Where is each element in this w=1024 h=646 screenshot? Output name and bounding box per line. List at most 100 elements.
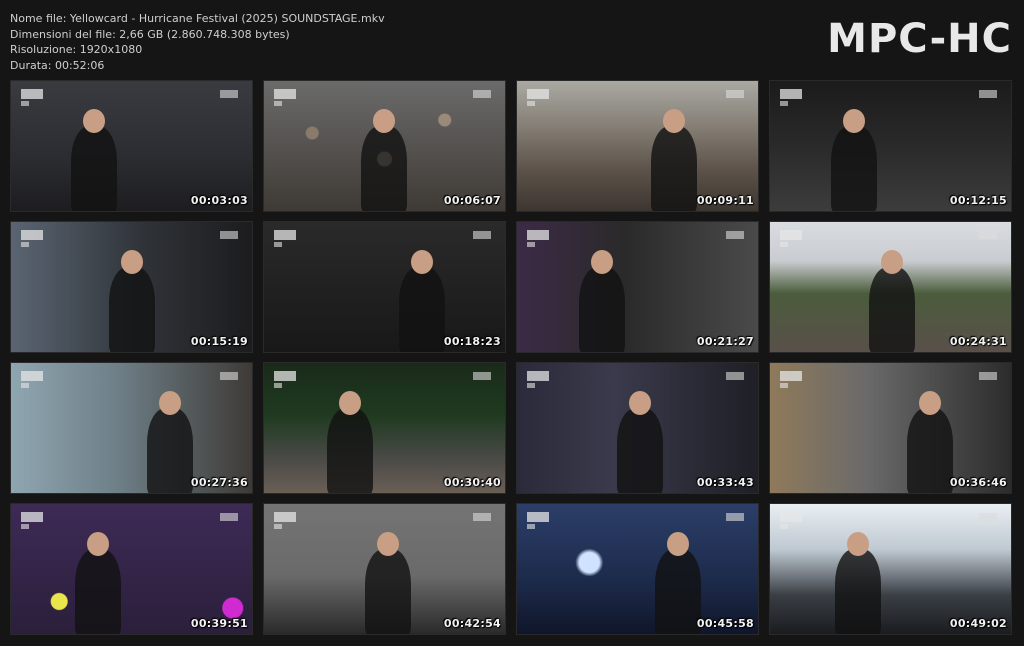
broadcast-sub-icon — [780, 383, 788, 388]
performer-silhouette — [655, 549, 701, 634]
thumbnail-frame — [264, 222, 505, 352]
festival-watermark-icon — [979, 513, 997, 521]
performer-silhouette — [361, 126, 407, 211]
thumbnail-frame — [517, 504, 758, 634]
festival-watermark-icon — [220, 372, 238, 380]
broadcast-sub-icon — [21, 383, 29, 388]
performer-head — [373, 109, 395, 133]
thumbnail-frame — [264, 363, 505, 493]
thumbnail-frame — [770, 81, 1011, 211]
thumbnail-frame — [517, 81, 758, 211]
performer-head — [663, 109, 685, 133]
performer-silhouette — [831, 126, 877, 211]
broadcast-sub-icon — [527, 101, 535, 106]
thumbnail-timestamp: 00:24:31 — [949, 335, 1007, 348]
broadcast-logo-icon — [21, 371, 43, 381]
video-thumbnail: 00:06:07 — [263, 80, 506, 212]
thumbnail-frame — [11, 81, 252, 211]
thumbnail-timestamp: 00:15:19 — [190, 335, 248, 348]
thumbnail-timestamp: 00:12:15 — [949, 194, 1007, 207]
performer-head — [121, 250, 143, 274]
festival-watermark-icon — [979, 90, 997, 98]
video-thumbnail: 00:03:03 — [10, 80, 253, 212]
thumbnail-timestamp: 00:49:02 — [949, 617, 1007, 630]
performer-silhouette — [365, 549, 411, 634]
thumbnail-frame — [517, 222, 758, 352]
festival-watermark-icon — [473, 513, 491, 521]
festival-watermark-icon — [473, 372, 491, 380]
video-thumbnail: 00:27:36 — [10, 362, 253, 494]
performer-silhouette — [907, 408, 953, 493]
broadcast-sub-icon — [274, 383, 282, 388]
broadcast-sub-icon — [274, 242, 282, 247]
broadcast-logo-icon — [274, 512, 296, 522]
video-thumbnail: 00:42:54 — [263, 503, 506, 635]
broadcast-logo-icon — [527, 230, 549, 240]
festival-watermark-icon — [726, 372, 744, 380]
thumbnail-grid: 00:03:03 00:06:07 00:09:11 00:12:15 00:15:19… — [0, 0, 1024, 646]
performer-head — [919, 391, 941, 415]
thumbnail-timestamp: 00:33:43 — [696, 476, 754, 489]
broadcast-logo-icon — [21, 512, 43, 522]
broadcast-logo-icon — [527, 89, 549, 99]
broadcast-sub-icon — [21, 242, 29, 247]
performer-head — [843, 109, 865, 133]
performer-head — [847, 532, 869, 556]
video-thumbnail: 00:18:23 — [263, 221, 506, 353]
festival-watermark-icon — [979, 372, 997, 380]
video-thumbnail: 00:21:27 — [516, 221, 759, 353]
performer-silhouette — [75, 549, 121, 634]
festival-watermark-icon — [726, 231, 744, 239]
video-thumbnail: 00:45:58 — [516, 503, 759, 635]
performer-head — [667, 532, 689, 556]
performer-head — [339, 391, 361, 415]
broadcast-sub-icon — [527, 524, 535, 529]
broadcast-logo-icon — [21, 230, 43, 240]
video-thumbnail: 00:12:15 — [769, 80, 1012, 212]
thumbnail-frame — [770, 363, 1011, 493]
broadcast-sub-icon — [274, 524, 282, 529]
performer-silhouette — [327, 408, 373, 493]
thumbnail-timestamp: 00:30:40 — [443, 476, 501, 489]
broadcast-sub-icon — [21, 101, 29, 106]
video-thumbnail: 00:09:11 — [516, 80, 759, 212]
performer-head — [377, 532, 399, 556]
performer-silhouette — [869, 267, 915, 352]
festival-watermark-icon — [979, 231, 997, 239]
broadcast-sub-icon — [780, 242, 788, 247]
video-thumbnail: 00:36:46 — [769, 362, 1012, 494]
thumbnail-timestamp: 00:45:58 — [696, 617, 754, 630]
broadcast-logo-icon — [527, 371, 549, 381]
video-thumbnail: 00:30:40 — [263, 362, 506, 494]
performer-head — [83, 109, 105, 133]
broadcast-sub-icon — [21, 524, 29, 529]
performer-head — [881, 250, 903, 274]
broadcast-logo-icon — [21, 89, 43, 99]
video-thumbnail: 00:33:43 — [516, 362, 759, 494]
thumbnail-timestamp: 00:21:27 — [696, 335, 754, 348]
broadcast-sub-icon — [780, 524, 788, 529]
broadcast-logo-icon — [527, 512, 549, 522]
performer-silhouette — [651, 126, 697, 211]
broadcast-logo-icon — [274, 89, 296, 99]
performer-silhouette — [109, 267, 155, 352]
broadcast-logo-icon — [274, 371, 296, 381]
performer-silhouette — [399, 267, 445, 352]
thumbnail-timestamp: 00:42:54 — [443, 617, 501, 630]
performer-silhouette — [147, 408, 193, 493]
festival-watermark-icon — [220, 231, 238, 239]
performer-silhouette — [71, 126, 117, 211]
video-thumbnail: 00:39:51 — [10, 503, 253, 635]
thumbnail-timestamp: 00:27:36 — [190, 476, 248, 489]
festival-watermark-icon — [726, 90, 744, 98]
thumbnail-frame — [11, 504, 252, 634]
video-thumbnail: 00:49:02 — [769, 503, 1012, 635]
broadcast-logo-icon — [780, 371, 802, 381]
performer-head — [411, 250, 433, 274]
video-thumbnail: 00:15:19 — [10, 221, 253, 353]
broadcast-logo-icon — [780, 512, 802, 522]
performer-silhouette — [617, 408, 663, 493]
broadcast-logo-icon — [780, 89, 802, 99]
broadcast-logo-icon — [780, 230, 802, 240]
performer-head — [629, 391, 651, 415]
